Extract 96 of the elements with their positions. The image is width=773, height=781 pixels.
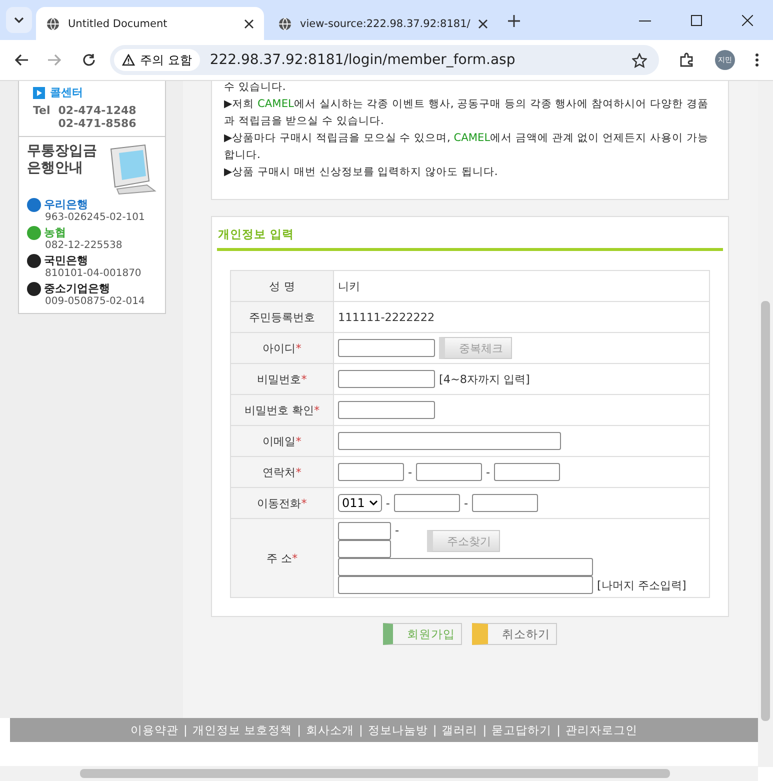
bank-name: 농협 bbox=[44, 225, 66, 240]
puzzle-icon[interactable] bbox=[679, 52, 695, 68]
minimize-icon[interactable] bbox=[639, 20, 651, 22]
browser-tab[interactable]: view-source:222.98.37.92:8181/ bbox=[268, 7, 498, 40]
address-input[interactable] bbox=[338, 558, 593, 576]
phone-input[interactable] bbox=[338, 463, 404, 481]
field-label: 주 소* bbox=[230, 518, 334, 598]
tab-search-button[interactable] bbox=[6, 7, 32, 33]
separator: | bbox=[358, 723, 363, 737]
field-label: 주민등록번호 bbox=[230, 302, 334, 332]
bank-account-number: 082-12-225538 bbox=[44, 240, 124, 251]
globe-icon bbox=[46, 16, 60, 30]
bank-name: 우리은행 bbox=[44, 197, 88, 212]
address-bar[interactable]: 주의 요함 222.98.37.92:8181/login/member_form.asp bbox=[110, 45, 659, 75]
bank-name: 국민은행 bbox=[44, 253, 88, 268]
join-button[interactable]: 회원가입 bbox=[383, 623, 462, 645]
zipcode-input[interactable] bbox=[338, 540, 391, 558]
id-input[interactable] bbox=[338, 339, 435, 357]
password-input[interactable] bbox=[338, 370, 435, 388]
warning-icon bbox=[122, 54, 135, 66]
footer-link[interactable]: 이용약관 bbox=[130, 722, 179, 738]
close-icon[interactable] bbox=[244, 18, 254, 28]
url-text: 222.98.37.92:8181/login/member_form.asp bbox=[210, 52, 516, 68]
phone-input[interactable] bbox=[472, 494, 538, 512]
reload-icon[interactable] bbox=[82, 53, 96, 67]
field-value: 111111-2222222 bbox=[338, 310, 435, 324]
separator: | bbox=[432, 723, 437, 737]
zipcode-input[interactable] bbox=[338, 522, 391, 540]
phone-input[interactable] bbox=[416, 463, 482, 481]
security-warning-chip[interactable]: 주의 요함 bbox=[114, 49, 200, 71]
separator: - bbox=[464, 496, 468, 510]
browser-tab[interactable]: Untitled Document bbox=[36, 7, 264, 40]
call-center-label: 콜센터 bbox=[50, 85, 83, 100]
chevron-down-icon bbox=[14, 17, 24, 23]
find-address-button[interactable]: 주소찾기 bbox=[427, 530, 500, 552]
separator: - bbox=[408, 466, 412, 478]
field-label: 이메일* bbox=[230, 426, 334, 456]
separator: - bbox=[486, 466, 490, 478]
bank-account-number: 810101-04-001870 bbox=[44, 268, 142, 279]
globe-icon bbox=[278, 16, 292, 30]
vertical-scrollbar[interactable] bbox=[758, 81, 773, 767]
bank-account-number: 009-050875-02-014 bbox=[44, 296, 146, 307]
separator: | bbox=[556, 723, 560, 737]
address-detail-input[interactable] bbox=[338, 576, 593, 594]
bank-info-title: 은행안내 bbox=[27, 160, 84, 177]
duplicate-check-button[interactable]: 중복체크 bbox=[439, 337, 512, 359]
bank-account-number: 963-026245-02-101 bbox=[44, 212, 146, 223]
field-label: 아이디* bbox=[230, 332, 334, 364]
footer-link[interactable]: 정보나눔방 bbox=[368, 722, 428, 738]
close-icon[interactable] bbox=[478, 18, 488, 28]
footer-link[interactable]: 회사소개 bbox=[306, 722, 354, 738]
phone-input[interactable] bbox=[494, 463, 560, 481]
star-icon[interactable] bbox=[632, 52, 647, 68]
field-hint: [나머지 주소입력] bbox=[597, 578, 686, 592]
close-icon[interactable] bbox=[742, 15, 753, 26]
cancel-button[interactable]: 취소하기 bbox=[472, 623, 557, 645]
section-title: 개인정보 입력 bbox=[217, 225, 723, 251]
separator: | bbox=[297, 723, 301, 737]
benefit-item: ▶저희 CAMEL에서 실시하는 각종 이벤트 행사, 공동구매 등의 각종 행사에 참여하시어 다양한 경품과 적립금을 받으실 수 있습니다. bbox=[224, 97, 710, 129]
benefit-text: 수 있습니다. bbox=[224, 81, 287, 95]
bank-name: 중소기업은행 bbox=[44, 281, 110, 296]
footer-link[interactable]: 갤러리 bbox=[442, 722, 478, 738]
field-label: 비밀번호* bbox=[230, 364, 334, 394]
tab-title: view-source:222.98.37.92:8181/ bbox=[300, 18, 470, 30]
field-label: 이동전화* bbox=[230, 488, 334, 518]
benefit-item: ▶상품 구매시 매번 신상정보를 입력하지 않아도 됩니다. bbox=[224, 165, 499, 180]
new-tab-icon[interactable] bbox=[508, 15, 520, 27]
chevron-down-icon bbox=[368, 500, 378, 506]
footer-link[interactable]: 관리자로그인 bbox=[565, 722, 638, 738]
back-arrow-icon[interactable] bbox=[14, 54, 28, 66]
separator: - bbox=[386, 496, 390, 510]
tab-title: Untitled Document bbox=[68, 18, 168, 30]
footer-link[interactable]: 묻고답하기 bbox=[492, 722, 552, 738]
horizontal-scrollbar[interactable] bbox=[0, 766, 758, 781]
prefix-select[interactable]: 011 bbox=[338, 494, 382, 512]
separator: | bbox=[184, 723, 188, 737]
bank-info-title: 무통장입금 bbox=[27, 143, 97, 160]
footer-link[interactable]: 개인정보 보호정책 bbox=[192, 722, 292, 738]
field-label: 비밀번호 확인* bbox=[230, 394, 334, 426]
phone-number: 02-471-8586 bbox=[58, 117, 136, 130]
tel-label: Tel bbox=[33, 104, 50, 119]
field-hint: [4~8자까지 입력] bbox=[439, 372, 530, 386]
play-icon bbox=[33, 86, 45, 98]
phone-number: 02-474-1248 bbox=[58, 104, 136, 117]
separator: - bbox=[395, 524, 400, 537]
maximize-icon[interactable] bbox=[691, 15, 702, 26]
field-label: 연락처* bbox=[230, 456, 334, 488]
email-input[interactable] bbox=[338, 432, 561, 450]
benefit-item: ▶상품마다 구매시 적립금을 모으실 수 있으며, CAMEL에서 금액에 관계 없이 언제든지 사용이 가능합니다. bbox=[224, 131, 710, 163]
more-menu-icon[interactable] bbox=[755, 53, 759, 67]
forward-arrow-icon[interactable] bbox=[48, 54, 62, 66]
field-value: 니키 bbox=[338, 280, 360, 292]
field-label: 성 명 bbox=[230, 270, 334, 302]
phone-input[interactable] bbox=[394, 494, 460, 512]
separator: | bbox=[482, 723, 487, 737]
password-input[interactable] bbox=[338, 401, 435, 419]
